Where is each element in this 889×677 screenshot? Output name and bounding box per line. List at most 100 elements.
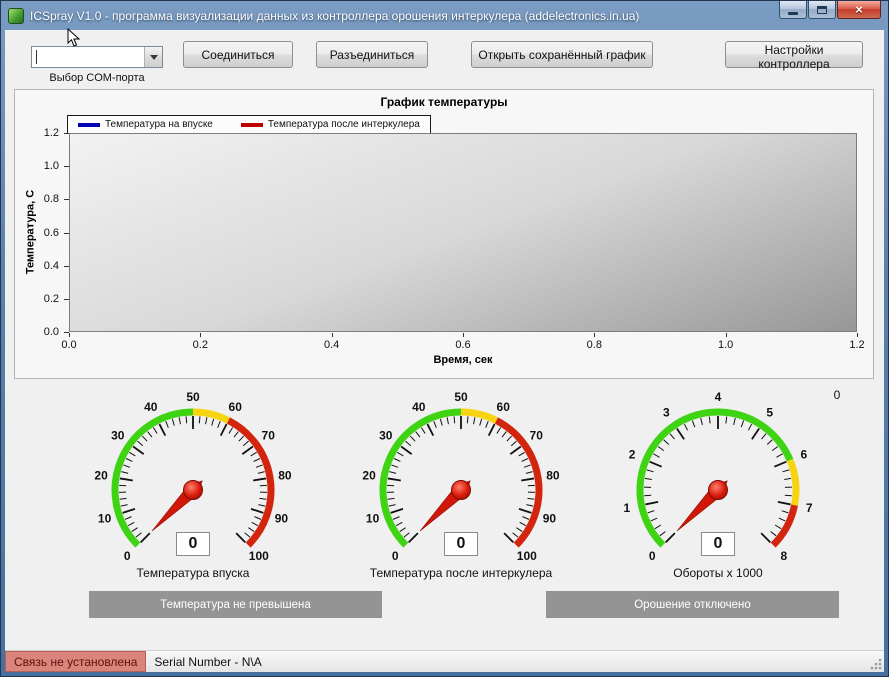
gauge-tick [524, 465, 531, 467]
gauge-tick [133, 447, 144, 455]
gauge-tick [148, 432, 152, 438]
gauge-tick [179, 417, 180, 424]
y-axis-tick [64, 133, 69, 134]
gauge-tick-label: 0 [649, 549, 656, 563]
gauge-zone-arc [461, 412, 496, 421]
y-axis-tick-label: 1.0 [17, 160, 59, 172]
gauge-tick [748, 424, 751, 430]
gauge-tick [658, 447, 664, 451]
gauge-caption: Обороты x 1000 [583, 566, 853, 580]
temperature-status-strip: Температура не превышена [89, 591, 382, 618]
legend-series-name: Температура на впуске [105, 119, 213, 130]
gauge-tick [136, 533, 141, 537]
gauge-intake-temperature: 0102030405060708090100 0 Температура впу… [58, 390, 328, 605]
gauge-tick-label: 60 [497, 400, 511, 414]
connect-button[interactable]: Соединиться [183, 41, 293, 68]
gauge-tick-label: 50 [186, 390, 200, 404]
close-button[interactable]: × [837, 1, 881, 19]
gauge-tick-label: 8 [780, 549, 787, 563]
y-axis-tick [64, 299, 69, 300]
gauge-tick [153, 428, 157, 434]
gauge-tick [761, 533, 770, 542]
gauge-tick [684, 424, 687, 430]
y-axis-tick-label: 0.0 [17, 326, 59, 338]
controller-settings-button[interactable]: Настройки контроллера [725, 41, 863, 68]
gauge-tick [489, 424, 495, 436]
gauge-tick [519, 452, 525, 456]
gauge-tick [132, 528, 138, 532]
chevron-down-icon [150, 55, 158, 60]
y-axis-tick [64, 233, 69, 234]
gauge-tick [650, 462, 662, 467]
y-axis-tick-label: 1.2 [17, 127, 59, 139]
gauge-tick [645, 478, 652, 479]
gauge-tick-label: 10 [98, 512, 112, 526]
gauge-tick [120, 478, 133, 480]
text-caret [36, 50, 37, 64]
open-saved-graph-button[interactable]: Открыть сохранённый график [471, 41, 653, 68]
gauge-tick [513, 533, 518, 537]
client-area: Выбор COM-порта Соединиться Разъединитьс… [5, 30, 884, 672]
gauge-tick [242, 447, 253, 455]
gauge-needle-cap [184, 481, 203, 500]
titlebar[interactable]: ICSpray V1.0 - программа визуализации да… [1, 1, 888, 30]
gauge-tick [259, 498, 266, 499]
gauge-tick [651, 518, 657, 521]
gauge-zone-arc [640, 412, 790, 545]
gauge-caption: Температура после интеркулера [326, 566, 596, 580]
x-axis-tick-label: 1.0 [718, 339, 733, 351]
gauge-tick [234, 432, 238, 438]
x-axis-tick-label: 0.8 [587, 339, 602, 351]
gauge-tick [692, 421, 694, 428]
gauge-tick-label: 20 [94, 469, 108, 483]
y-axis-tick [64, 166, 69, 167]
gauge-tick-label: 100 [249, 549, 269, 563]
gauge-tick [480, 419, 482, 426]
gauge-tick [775, 525, 781, 529]
gauge-tick-label: 80 [278, 469, 292, 483]
gauge-zone-arc [383, 412, 461, 545]
legend-line-swatch [78, 123, 100, 127]
temperature-chart-panel: График температуры Температура на впуске… [14, 89, 874, 379]
resize-grip[interactable] [870, 658, 883, 671]
gauge-tick-label: 6 [801, 447, 808, 461]
com-port-select[interactable] [31, 46, 163, 68]
gauge-tick-label: 90 [275, 512, 289, 526]
gauge-tick [785, 495, 792, 496]
gauge-tick [172, 419, 174, 426]
disconnect-button[interactable]: Разъединиться [316, 41, 428, 68]
gauge-tick [159, 424, 165, 436]
gauge-tick [526, 472, 533, 474]
gauge-tick [709, 417, 710, 424]
gauge-tick [218, 421, 221, 428]
gauge-needle-cap [709, 481, 728, 500]
gauge-tick-label: 4 [715, 390, 722, 404]
gauge-tick [526, 505, 533, 507]
gauge-tick [648, 511, 655, 513]
gauge-tick-label: 60 [229, 400, 243, 414]
combo-dropdown-button[interactable] [144, 47, 162, 67]
gauge-tick [243, 441, 248, 446]
gauge-tick [212, 419, 214, 426]
chart-title: График температуры [15, 95, 873, 109]
gauge-tick [734, 418, 736, 425]
x-axis-tick-label: 1.2 [849, 339, 864, 351]
gauge-zone-arc [790, 460, 796, 505]
gauge-tick [677, 428, 684, 439]
gauge-tick [248, 528, 254, 532]
gauge-tick [782, 470, 789, 472]
gauge-tick [440, 419, 442, 426]
gauge-tick [644, 495, 651, 496]
legend-item: Температура после интеркулера [241, 119, 420, 130]
gauge-tick [522, 517, 528, 520]
minimize-button[interactable] [779, 1, 807, 19]
gauge-tick [121, 472, 128, 474]
maximize-button[interactable] [808, 1, 836, 19]
gauge-tick [388, 498, 395, 499]
gauge-tick [229, 428, 233, 434]
gauge-tick [391, 465, 398, 467]
gauge-tick [389, 505, 396, 507]
gauge-tick [258, 505, 265, 507]
gauge-tick [767, 440, 772, 445]
gauge-tick [393, 517, 399, 520]
